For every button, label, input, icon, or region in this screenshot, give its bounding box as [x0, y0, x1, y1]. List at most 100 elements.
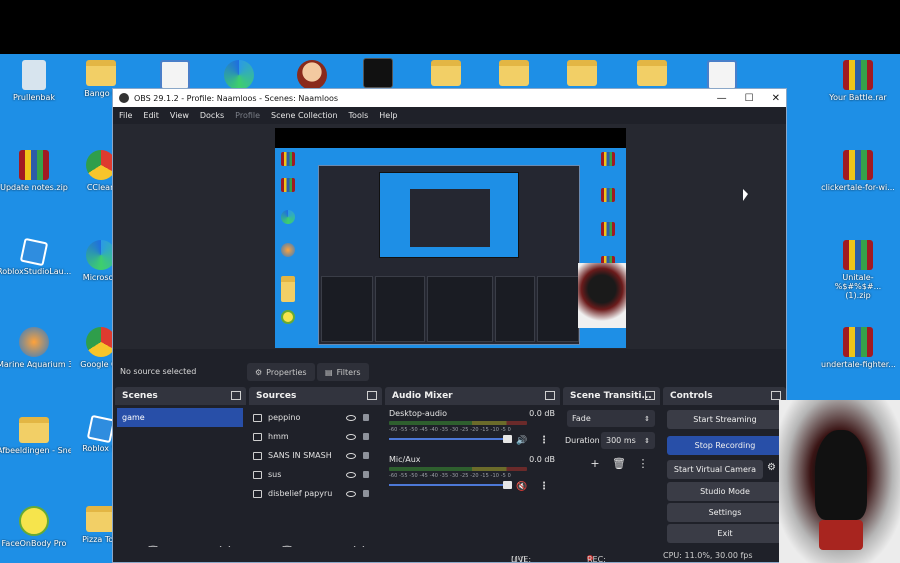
image-source-icon	[253, 432, 262, 441]
menu-view[interactable]: View	[170, 111, 189, 120]
mouse-cursor-icon	[743, 189, 748, 201]
scene-item-game[interactable]: game	[117, 408, 243, 427]
muted-speaker-icon[interactable]: 🔇	[516, 482, 527, 492]
black-letterbox-top	[0, 0, 900, 54]
slider-handle[interactable]	[503, 435, 512, 443]
desktop-icon-app[interactable]	[202, 60, 276, 90]
character-face-icon	[297, 60, 327, 90]
virtual-camera-gear-icon[interactable]: ⚙	[767, 462, 776, 473]
desktop-icon-settings-file[interactable]	[685, 60, 759, 90]
transition-menu-icon[interactable]: ⋮	[635, 455, 651, 471]
channel-level: 0.0 dB	[529, 409, 555, 418]
winrar-archive-icon	[19, 150, 49, 180]
studio-mode-button[interactable]: Studio Mode	[667, 482, 783, 501]
undock-icon[interactable]	[367, 391, 377, 400]
desktop-icon-faceonbody[interactable]: FaceOnBody Pro	[0, 506, 71, 548]
duration-spinbox[interactable]: 300 ms ⇕	[601, 432, 655, 449]
character-legs	[819, 520, 863, 550]
mixer-channel-desktop-audio: Desktop-audio 0.0 dB -60 -55 -50 -45 -40…	[389, 409, 555, 446]
lock-icon[interactable]	[363, 414, 369, 421]
spin-arrows-icon[interactable]: ⇕	[644, 437, 650, 445]
desktop-icon-image-file[interactable]	[138, 60, 212, 90]
transition-select[interactable]: Fade ⇕	[567, 410, 655, 427]
meter-ticks: -60 -55 -50 -45 -40 -35 -30 -25 -20 -15 …	[389, 473, 511, 479]
preview-canvas[interactable]	[275, 128, 626, 348]
title-bar[interactable]: OBS 29.1.2 - Profile: Naamloos - Scenes:…	[113, 89, 786, 107]
desktop-icon-unitale[interactable]: Unitale-%$#%$#... (1).zip	[821, 240, 895, 300]
stop-recording-button[interactable]: Stop Recording	[667, 436, 783, 455]
folder-icon	[499, 60, 529, 86]
volume-slider[interactable]	[389, 481, 515, 489]
desktop-icon-roblox-studio-launcher[interactable]: RobloxStudioLau...	[0, 237, 71, 276]
menu-tools[interactable]: Tools	[349, 111, 369, 120]
undock-icon[interactable]	[645, 391, 655, 400]
more-options-icon[interactable]: ⋮	[539, 435, 549, 446]
add-transition-button[interactable]: +	[587, 455, 603, 471]
scenes-dock: Scenes game + 🗑 ◧ ︿ ﹀	[115, 387, 246, 562]
menu-edit[interactable]: Edit	[143, 111, 159, 120]
desktop-icon-folder-4[interactable]	[615, 60, 689, 86]
desktop-icon-undertale-fighter[interactable]: undertale-fighter...	[821, 327, 895, 369]
eye-icon[interactable]	[346, 414, 356, 421]
desktop-icon-recycle-bin[interactable]: Prullenbak	[0, 60, 71, 102]
minimize-button[interactable]: —	[717, 93, 727, 104]
filter-icon: ▤	[325, 367, 333, 377]
menu-docks[interactable]: Docks	[200, 111, 224, 120]
slider-handle[interactable]	[503, 481, 512, 489]
desktop-icon-folder-2[interactable]	[477, 60, 551, 86]
desktop-icon-update-notes[interactable]: Update notes.zip	[0, 150, 71, 192]
audio-mixer-header: Audio Mixer	[385, 387, 560, 405]
source-row[interactable]: sus	[253, 465, 369, 484]
undock-icon[interactable]	[545, 391, 555, 400]
controls-dock: Controls Start Streaming Stop Recording …	[663, 387, 786, 562]
start-streaming-button[interactable]: Start Streaming	[667, 410, 783, 429]
channel-level: 0.0 dB	[529, 455, 555, 464]
maximize-button[interactable]: ☐	[745, 93, 754, 104]
desktop-icon-afbeeldingen[interactable]: Afbeeldingen - Snelkoppeling	[0, 417, 71, 455]
volume-slider[interactable]	[389, 435, 515, 443]
desktop-icon-marine-aquarium[interactable]: Marine Aquarium 3	[0, 327, 71, 369]
preview-icon	[281, 210, 295, 224]
settings-button[interactable]: Settings	[667, 503, 783, 522]
menu-file[interactable]: File	[119, 111, 132, 120]
chevron-updown-icon: ⇕	[644, 414, 650, 423]
desktop-icon-unity[interactable]	[341, 58, 415, 88]
properties-button[interactable]: ⚙ Properties	[247, 363, 315, 381]
menu-profile[interactable]: Profile	[235, 111, 260, 120]
lock-icon[interactable]	[363, 452, 369, 459]
controls-header: Controls	[663, 387, 786, 405]
source-row[interactable]: peppino	[253, 408, 369, 427]
source-row[interactable]: disbelief papyrus	[253, 484, 369, 503]
eye-icon[interactable]	[346, 490, 356, 497]
filters-button[interactable]: ▤ Filters	[317, 363, 369, 381]
preview-icon	[601, 152, 615, 166]
lock-icon[interactable]	[363, 433, 369, 440]
desktop-icon-your-battle[interactable]: Your Battle.rar	[821, 60, 895, 102]
start-virtual-camera-button[interactable]: Start Virtual Camera	[667, 460, 763, 479]
undock-icon[interactable]	[231, 391, 241, 400]
eye-icon[interactable]	[346, 452, 356, 459]
source-row[interactable]: hmm	[253, 427, 369, 446]
desktop-icon-baldi[interactable]	[275, 60, 349, 90]
desktop-icon-clickertale[interactable]: clickertale-for-wi...	[821, 150, 895, 192]
close-button[interactable]: ✕	[772, 93, 780, 104]
menu-help[interactable]: Help	[379, 111, 397, 120]
speaker-icon[interactable]: 🔊	[516, 436, 527, 446]
lock-icon[interactable]	[363, 471, 369, 478]
lock-icon[interactable]	[363, 490, 369, 497]
source-row[interactable]: SANS IN SMASH BF	[253, 446, 369, 465]
preview-icon	[281, 276, 295, 302]
exit-button[interactable]: Exit	[667, 524, 783, 543]
desktop-icon-folder-3[interactable]	[545, 60, 619, 86]
remove-transition-button[interactable]: 🗑	[611, 455, 627, 471]
image-source-icon	[253, 451, 262, 460]
more-options-icon[interactable]: ⋮	[539, 481, 549, 492]
undock-icon[interactable]	[771, 391, 781, 400]
eye-icon[interactable]	[346, 471, 356, 478]
eye-icon[interactable]	[346, 433, 356, 440]
scene-transitions-body: Fade ⇕ Duration 300 ms ⇕ + 🗑 ⋮	[563, 405, 660, 562]
desktop-icon-folder-1[interactable]	[409, 60, 483, 86]
menu-scene-collection[interactable]: Scene Collection	[271, 111, 338, 120]
slider-track	[389, 438, 507, 440]
volume-meter	[389, 421, 527, 425]
